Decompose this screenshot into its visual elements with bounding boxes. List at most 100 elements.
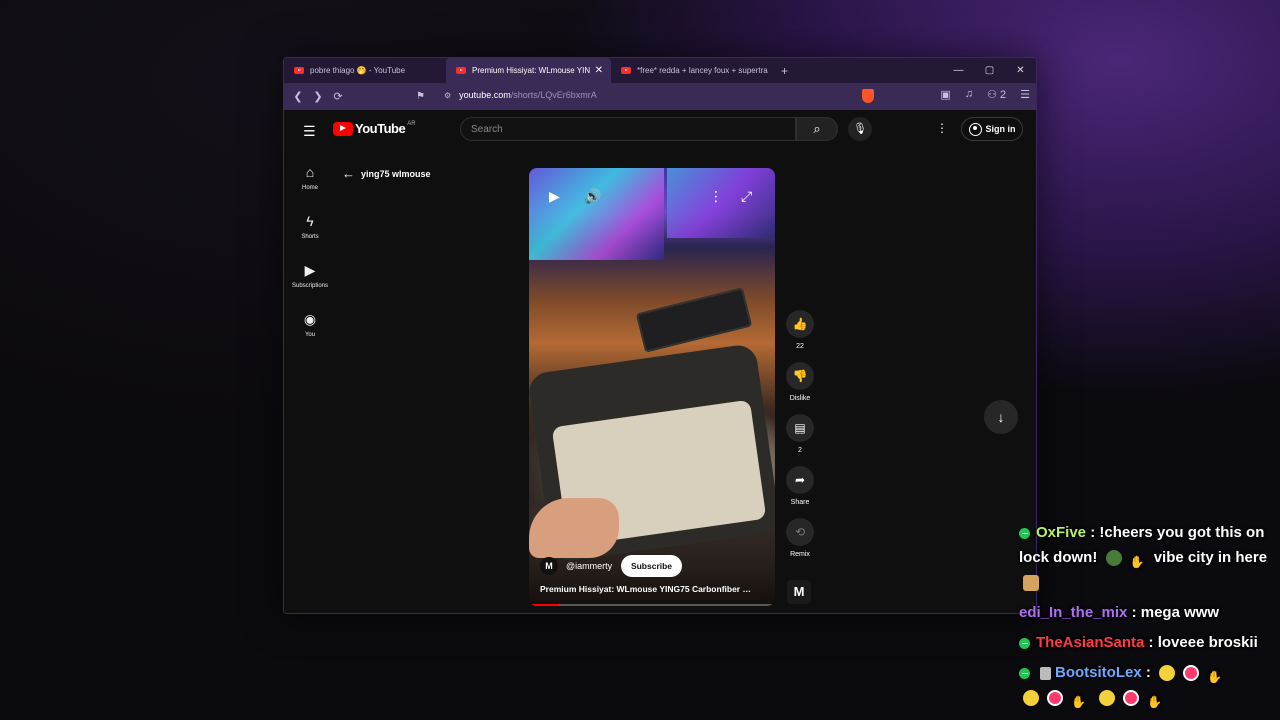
maximize-button[interactable]: ▢ bbox=[974, 58, 1005, 83]
tab-close-icon[interactable]: ✕ bbox=[595, 65, 603, 76]
chat-text: : bbox=[1145, 664, 1151, 681]
hands-emote-icon: ✋ bbox=[1129, 555, 1145, 570]
close-window-button[interactable]: ✕ bbox=[1005, 58, 1036, 83]
fullscreen-icon[interactable]: ⤢ bbox=[741, 188, 752, 205]
extensions-icon[interactable]: ⚇ 2 bbox=[987, 88, 1006, 101]
pink-emote-icon bbox=[1047, 690, 1063, 707]
sidebar-toggle-icon[interactable]: ▣ bbox=[940, 88, 950, 101]
tab-label: pobre thiago 🤭 - YouTube bbox=[310, 66, 406, 75]
chat-username: edi_In_the_mix bbox=[1019, 604, 1128, 621]
sidebar-item-subscriptions[interactable]: ▶ Subscriptions bbox=[284, 256, 336, 305]
video-frame-keyboard bbox=[635, 287, 753, 353]
video-progress-fill bbox=[529, 604, 559, 606]
chat-message: OxFive : !cheers you got this on lock do… bbox=[1019, 520, 1277, 595]
subscribe-button[interactable]: Subscribe bbox=[621, 555, 682, 577]
share-action[interactable]: ➦ Share bbox=[784, 466, 816, 518]
brave-shields-icon[interactable] bbox=[862, 89, 874, 103]
comment-icon[interactable]: ▤ bbox=[786, 414, 814, 442]
channel-thumbnail[interactable]: M bbox=[787, 580, 811, 604]
url-field[interactable]: ⚙ youtube.com/shorts/LQvEr6bxmrA bbox=[444, 90, 597, 100]
like-action[interactable]: 👍 22 bbox=[784, 310, 816, 362]
site-info-icon[interactable]: ⚙ bbox=[444, 91, 451, 100]
pink-emote-icon bbox=[1183, 665, 1200, 682]
channel-avatar[interactable]: M bbox=[540, 557, 558, 575]
dislike-action[interactable]: 👎 Dislike bbox=[784, 362, 816, 414]
youtube-favicon-icon bbox=[621, 67, 631, 74]
back-arrow-icon: ← bbox=[342, 166, 355, 181]
youtube-logo[interactable]: YouTube AR bbox=[333, 121, 416, 136]
doge-emote-icon bbox=[1023, 575, 1039, 592]
hamburger-menu-icon[interactable]: ☰ bbox=[303, 123, 316, 140]
remix-action[interactable]: ⟲ Remix bbox=[784, 518, 816, 570]
bookmark-icon[interactable]: ⚑ bbox=[416, 91, 425, 102]
remix-icon[interactable]: ⟲ bbox=[786, 518, 814, 546]
address-bar: ❮ ❯ ⟳ ⚑ ⚙ youtube.com/shorts/LQvEr6bxmrA… bbox=[284, 83, 1036, 110]
tab-label: Premium Hissiyat: WLmouse YIN bbox=[472, 66, 591, 75]
country-code: AR bbox=[407, 120, 416, 127]
blob-emote-icon bbox=[1099, 690, 1116, 707]
voice-search-button[interactable]: 🎙 bbox=[848, 117, 872, 141]
video-progress-bar[interactable] bbox=[529, 604, 775, 606]
tab-bar: pobre thiago 🤭 - YouTube Premium Hissiya… bbox=[284, 58, 1036, 83]
remix-label: Remix bbox=[790, 551, 810, 558]
short-video-player[interactable]: ▶ 🔊 ⋮ ⤢ M @iammerty Subscribe Premium Hi… bbox=[529, 168, 775, 606]
tab-premium-hissiyat[interactable]: Premium Hissiyat: WLmouse YIN ✕ bbox=[446, 58, 611, 83]
chat-username: TheAsianSanta bbox=[1036, 634, 1145, 651]
robot-badge-icon bbox=[1040, 666, 1051, 680]
verified-badge-icon bbox=[1019, 667, 1030, 679]
back-to-search[interactable]: ← ying75 wlmouse bbox=[342, 166, 431, 181]
volume-icon[interactable]: 🔊 bbox=[584, 188, 601, 205]
share-icon[interactable]: ➦ bbox=[786, 466, 814, 494]
search-button[interactable]: ⌕ bbox=[796, 117, 838, 141]
media-icon[interactable]: ♫ bbox=[965, 88, 973, 101]
short-actions: 👍 22 👎 Dislike ▤ 2 ➦ Share ⟲ Remix bbox=[784, 310, 816, 570]
sidebar-item-home[interactable]: ⌂ Home bbox=[284, 158, 336, 207]
tab-pobre-thiago[interactable]: pobre thiago 🤭 - YouTube bbox=[284, 58, 446, 83]
new-tab-button[interactable]: + bbox=[781, 64, 788, 78]
sidebar-item-label: Shorts bbox=[301, 234, 319, 240]
sign-in-button[interactable]: Sign in bbox=[961, 117, 1023, 141]
browser-window: pobre thiago 🤭 - YouTube Premium Hissiya… bbox=[283, 57, 1037, 614]
chat-message: BootsitoLex : ✋ ✋ ✋ bbox=[1019, 660, 1277, 710]
thumbs-up-icon[interactable]: 👍 bbox=[786, 310, 814, 338]
sidebar-item-you[interactable]: ◉ You bbox=[284, 305, 336, 354]
next-short-button[interactable]: ↓ bbox=[984, 400, 1018, 434]
sidebar-item-shorts[interactable]: ϟ Shorts bbox=[284, 207, 336, 256]
chat-text: : loveee broskii bbox=[1148, 634, 1258, 651]
browser-menu-icon[interactable]: ☰ bbox=[1020, 88, 1030, 101]
back-arrow-icon[interactable]: ❮ bbox=[288, 90, 308, 103]
chat-text: : mega www bbox=[1131, 604, 1220, 621]
sign-in-label: Sign in bbox=[985, 124, 1016, 134]
forward-arrow-icon[interactable]: ❯ bbox=[308, 90, 328, 103]
channel-handle[interactable]: @iammerty bbox=[566, 561, 612, 571]
thumbs-down-icon[interactable]: 👎 bbox=[786, 362, 814, 390]
frog-emote-icon bbox=[1105, 550, 1122, 567]
reload-icon[interactable]: ⟳ bbox=[328, 90, 348, 103]
subscriptions-icon: ▶ bbox=[304, 262, 316, 278]
video-title[interactable]: Premium Hissiyat: WLmouse YING75 Carbonf… bbox=[540, 584, 760, 594]
more-options-icon[interactable]: ⋮ bbox=[709, 188, 723, 205]
verified-badge-icon bbox=[1019, 637, 1030, 649]
extension-count: 2 bbox=[1000, 89, 1007, 101]
you-icon: ◉ bbox=[303, 311, 317, 327]
video-frame-monitor bbox=[529, 168, 664, 260]
play-icon[interactable]: ▶ bbox=[549, 188, 560, 205]
tab-free-redda[interactable]: *free* redda + lancey foux + supertra bbox=[611, 58, 773, 83]
youtube-favicon-icon bbox=[294, 67, 304, 74]
blob-emote-icon bbox=[1159, 665, 1176, 682]
sidebar-item-label: Subscriptions bbox=[291, 283, 329, 289]
minimize-button[interactable]: — bbox=[943, 58, 974, 83]
hands-emote-icon: ✋ bbox=[1147, 695, 1163, 710]
chat-message: edi_In_the_mix : mega www bbox=[1019, 600, 1277, 625]
hands-emote-icon: ✋ bbox=[1207, 670, 1222, 685]
dislike-label: Dislike bbox=[789, 395, 811, 402]
shorts-icon: ϟ bbox=[306, 213, 314, 229]
toolbar-right: ▣ ♫ ⚇ 2 ☰ bbox=[940, 88, 1030, 101]
url-path: /shorts/LQvEr6bxmrA bbox=[510, 90, 597, 100]
verified-badge-icon bbox=[1019, 527, 1030, 539]
settings-kebab-icon[interactable]: ⋮ bbox=[936, 121, 948, 135]
search-input[interactable]: Search bbox=[460, 117, 796, 141]
sidebar-item-label: Home bbox=[301, 185, 318, 191]
comment-action[interactable]: ▤ 2 bbox=[784, 414, 816, 466]
account-icon bbox=[968, 122, 982, 136]
